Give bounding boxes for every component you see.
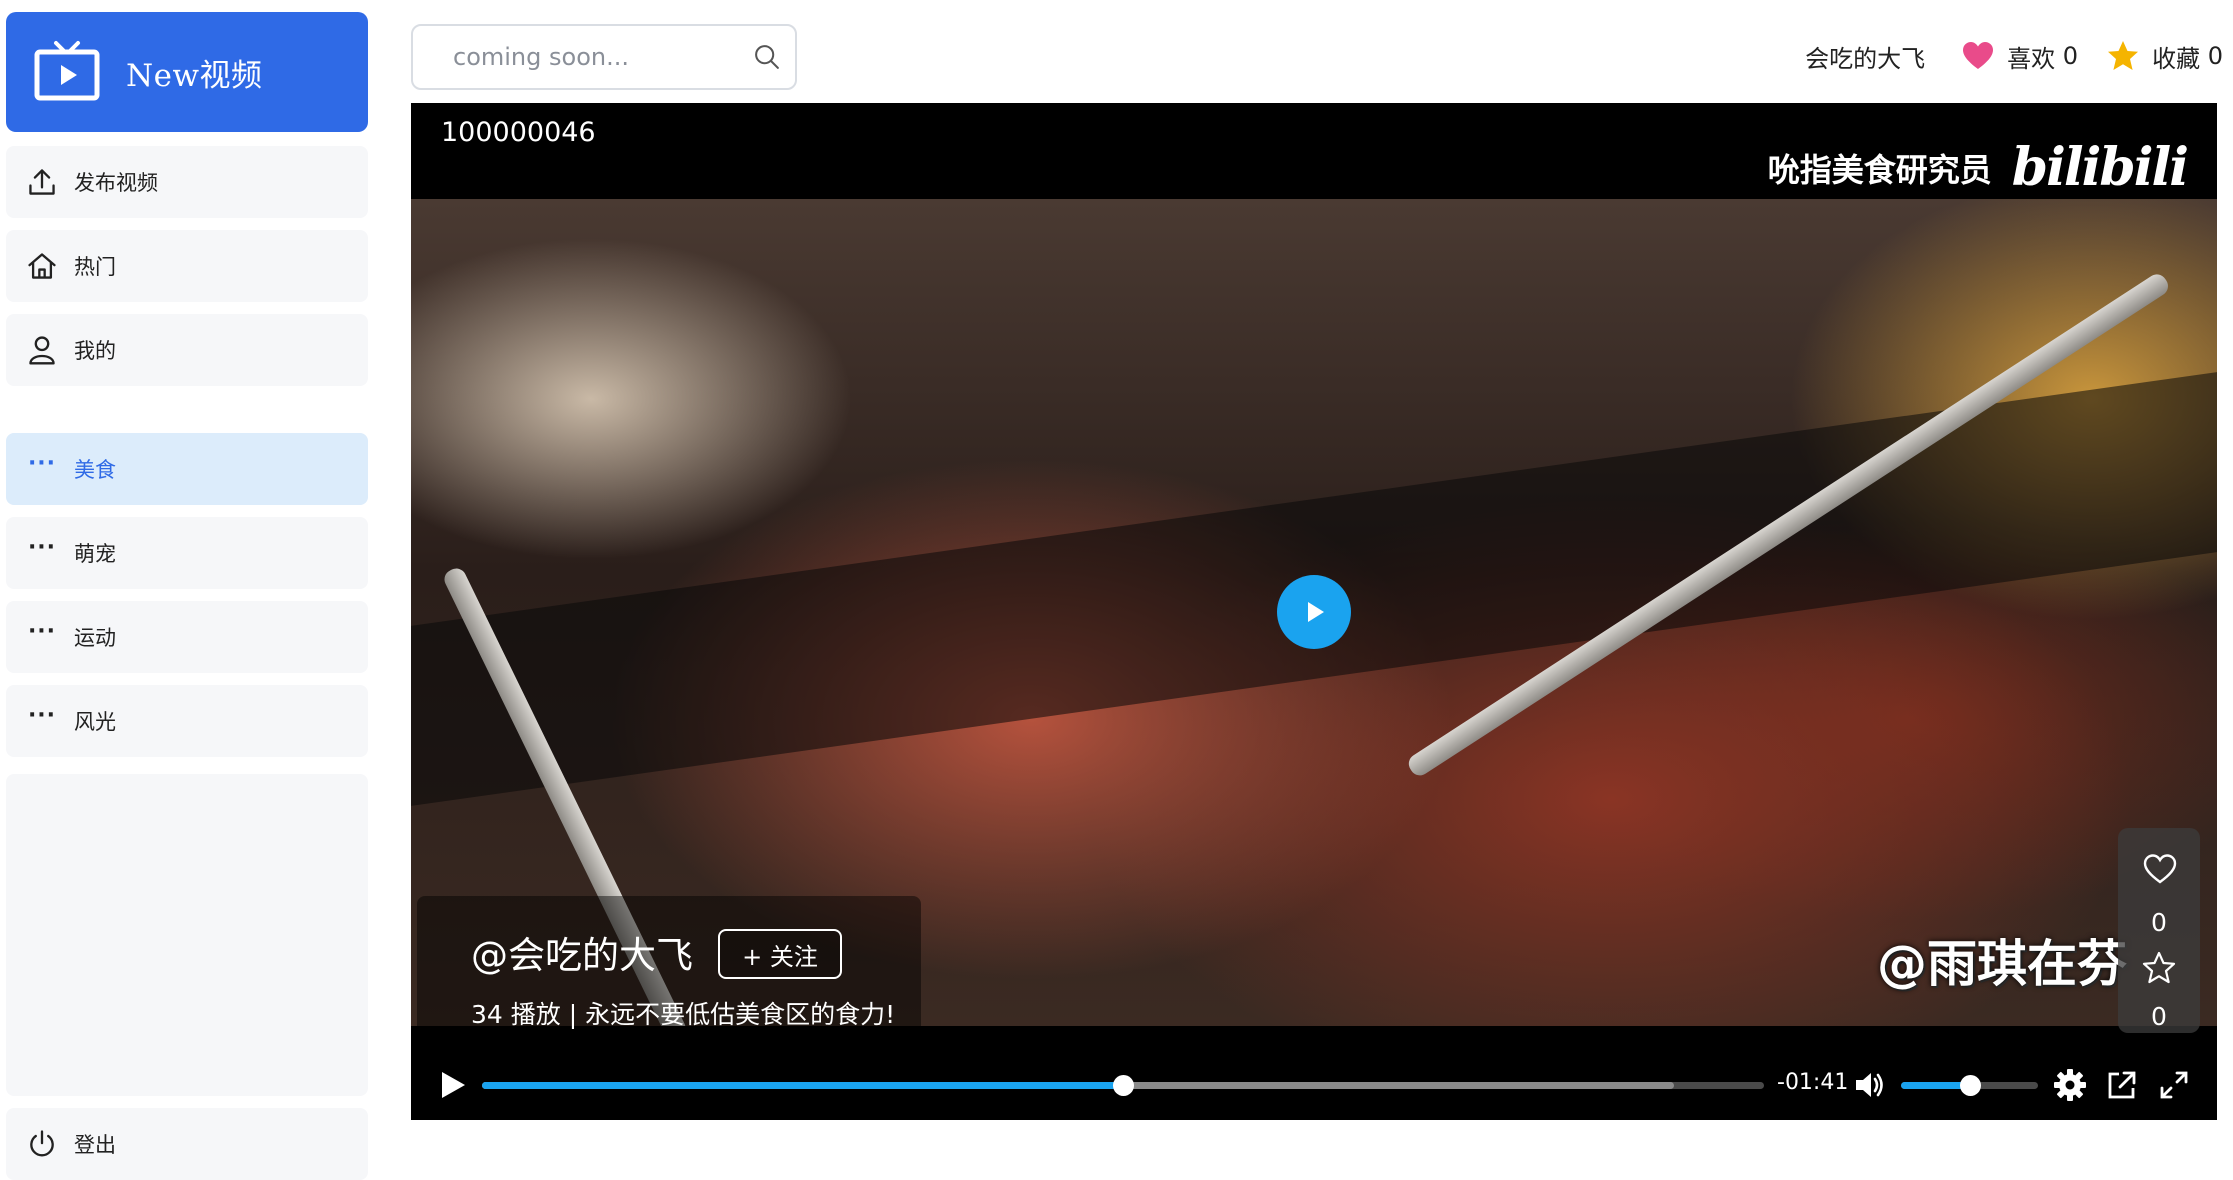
player-controls: -01:41 xyxy=(411,1050,2217,1120)
gear-icon[interactable] xyxy=(2053,1068,2087,1102)
sidebar-item-label: 发布视频 xyxy=(74,171,158,195)
power-icon xyxy=(24,1126,60,1162)
favorites-label: 收藏 xyxy=(2152,44,2201,73)
video-description: 34 播放 | 永远不要低估美食区的食力! xyxy=(471,1000,896,1029)
user-icon xyxy=(24,332,60,368)
home-icon xyxy=(24,248,60,284)
fullscreen-icon[interactable] xyxy=(2157,1068,2191,1102)
popout-icon[interactable] xyxy=(2105,1068,2139,1102)
more-dots-icon: ··· xyxy=(27,619,57,644)
favorites-count: 0 xyxy=(2207,42,2223,70)
progress-bar[interactable] xyxy=(482,1075,1764,1096)
search-input[interactable] xyxy=(453,43,753,71)
sidebar-item-label: 我的 xyxy=(74,339,116,363)
sidebar-item-label: 美食 xyxy=(74,458,116,482)
search-icon[interactable] xyxy=(753,39,781,75)
video-id: 100000046 xyxy=(441,117,596,148)
likes-count: 0 xyxy=(2062,42,2079,70)
video-player[interactable]: 100000046 @雨琪在芬 吮指美食研究员 bilibili @会吃的大飞 … xyxy=(411,103,2217,1120)
progress-handle[interactable] xyxy=(1113,1075,1134,1096)
side-like-count: 0 xyxy=(2151,908,2167,937)
volume-slider[interactable] xyxy=(1901,1075,2038,1096)
app-name: New视频 xyxy=(126,57,263,94)
likes-stat[interactable]: 喜欢 0 xyxy=(1961,39,2078,74)
upload-icon xyxy=(24,164,60,200)
center-play-button[interactable] xyxy=(1277,575,1351,649)
likes-label: 喜欢 xyxy=(2007,44,2056,73)
sidebar-item-label: 萌宠 xyxy=(74,542,116,566)
sidebar-spacer xyxy=(6,774,368,1096)
time-remaining: -01:41 xyxy=(1777,1070,1849,1095)
heart-outline-icon[interactable] xyxy=(2143,853,2177,885)
heart-icon xyxy=(1963,42,1994,69)
sidebar-item-pets[interactable]: ··· 萌宠 xyxy=(6,517,368,589)
progress-played xyxy=(482,1082,1123,1089)
watermark-text: 吮指美食研究员 xyxy=(1767,150,1992,189)
sidebar-item-scenery[interactable]: ··· 风光 xyxy=(6,685,368,757)
user-stats: 会吃的大飞 喜欢 0 收藏 0 xyxy=(1805,38,2223,74)
logout-button[interactable]: 登出 xyxy=(6,1108,368,1180)
sidebar-item-label: 运动 xyxy=(74,626,116,650)
sidebar-item-label: 热门 xyxy=(74,255,116,279)
side-actions: 0 0 xyxy=(2118,828,2200,1033)
volume-icon[interactable] xyxy=(1853,1068,1887,1102)
burned-subtitle: @雨琪在芬 xyxy=(1877,935,2127,993)
volume-handle[interactable] xyxy=(1959,1075,1981,1096)
play-icon xyxy=(1308,602,1324,622)
sidebar: New视频 发布视频 热门 我的 ··· 美食 ··· 萌宠 ··· 运动 ··… xyxy=(6,12,368,1180)
favorites-stat[interactable]: 收藏 0 xyxy=(2106,39,2223,74)
search-box[interactable] xyxy=(411,24,797,90)
video-author[interactable]: @会吃的大飞 xyxy=(471,925,693,979)
sidebar-item-upload[interactable]: 发布视频 xyxy=(6,146,368,218)
star-icon xyxy=(2108,41,2139,70)
sidebar-item-label: 风光 xyxy=(74,710,116,734)
play-icon[interactable] xyxy=(435,1068,469,1102)
sidebar-item-food[interactable]: ··· 美食 xyxy=(6,433,368,505)
sidebar-item-hot[interactable]: 热门 xyxy=(6,230,368,302)
more-dots-icon: ··· xyxy=(27,535,57,560)
video-watermark: 吮指美食研究员 bilibili xyxy=(1767,137,2189,198)
side-fav-count: 0 xyxy=(2151,1002,2167,1031)
tv-icon xyxy=(34,41,100,101)
more-dots-icon: ··· xyxy=(27,703,57,728)
brand-logo[interactable]: New视频 xyxy=(6,12,368,132)
sidebar-item-sports[interactable]: ··· 运动 xyxy=(6,601,368,673)
sidebar-item-mine[interactable]: 我的 xyxy=(6,314,368,386)
logout-label: 登出 xyxy=(74,1133,116,1157)
follow-button[interactable]: + 关注 xyxy=(718,929,842,979)
username[interactable]: 会吃的大飞 xyxy=(1805,39,1925,74)
more-dots-icon: ··· xyxy=(27,451,57,476)
star-outline-icon[interactable] xyxy=(2142,951,2176,985)
watermark-brand: bilibili xyxy=(2011,137,2189,198)
